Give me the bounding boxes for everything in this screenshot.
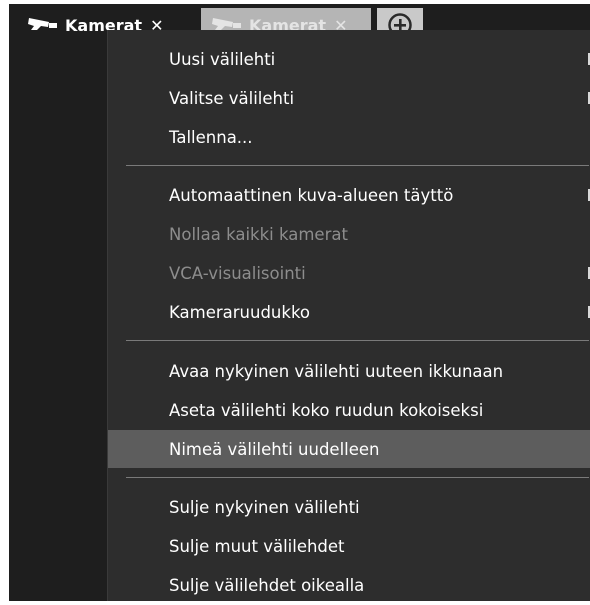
menu-item-label: Sulje muut välilehdet <box>169 536 345 556</box>
menu-item-label: Sulje nykyinen välilehti <box>169 497 360 517</box>
menu-item-label: Automaattinen kuva-alueen täyttö <box>169 185 454 205</box>
application-window: Kamerat ✕ Kamerat ✕ Uusi välilehti Valit… <box>9 4 590 601</box>
menu-item-label: Nimeä välilehti uudelleen <box>169 439 380 459</box>
menu-separator <box>126 340 589 341</box>
camera-icon <box>28 18 57 30</box>
menu-item-label: Nollaa kaikki kamerat <box>169 224 348 244</box>
menu-item-vca-visualization: VCA-visualisointi <box>108 254 590 292</box>
menu-item-label: Sulje välilehdet oikealla <box>169 575 365 595</box>
menu-item-close-tabs-right[interactable]: Sulje välilehdet oikealla <box>108 566 590 601</box>
menu-item-fullscreen-tab[interactable]: Aseta välilehti koko ruudun kokoiseksi <box>108 391 590 429</box>
menu-item-label: Uusi välilehti <box>169 49 276 69</box>
tab-context-menu: Uusi välilehti Valitse välilehti Tallenn… <box>107 30 590 601</box>
menu-separator <box>126 165 589 166</box>
menu-item-label: Tallenna... <box>169 127 253 147</box>
menu-item-auto-fill[interactable]: Automaattinen kuva-alueen täyttö <box>108 176 590 214</box>
menu-item-save[interactable]: Tallenna... <box>108 118 590 156</box>
menu-separator <box>126 477 589 478</box>
menu-item-label: Aseta välilehti koko ruudun kokoiseksi <box>169 400 484 420</box>
menu-item-label: Kameraruudukko <box>169 302 311 322</box>
menu-item-label: Valitse välilehti <box>169 88 295 108</box>
menu-item-camera-grid[interactable]: Kameraruudukko <box>108 293 590 331</box>
menu-item-close-other-tabs[interactable]: Sulje muut välilehdet <box>108 527 590 565</box>
menu-item-open-in-new-window[interactable]: Avaa nykyinen välilehti uuteen ikkunaan <box>108 352 590 390</box>
menu-item-rename-tab[interactable]: Nimeä välilehti uudelleen <box>108 430 590 468</box>
menu-item-new-tab[interactable]: Uusi välilehti <box>108 40 590 78</box>
menu-item-select-tab[interactable]: Valitse välilehti <box>108 79 590 117</box>
menu-item-label: VCA-visualisointi <box>169 263 306 283</box>
menu-item-label: Avaa nykyinen välilehti uuteen ikkunaan <box>169 361 504 381</box>
menu-item-reset-cameras: Nollaa kaikki kamerat <box>108 215 590 253</box>
menu-item-close-current-tab[interactable]: Sulje nykyinen välilehti <box>108 488 590 526</box>
